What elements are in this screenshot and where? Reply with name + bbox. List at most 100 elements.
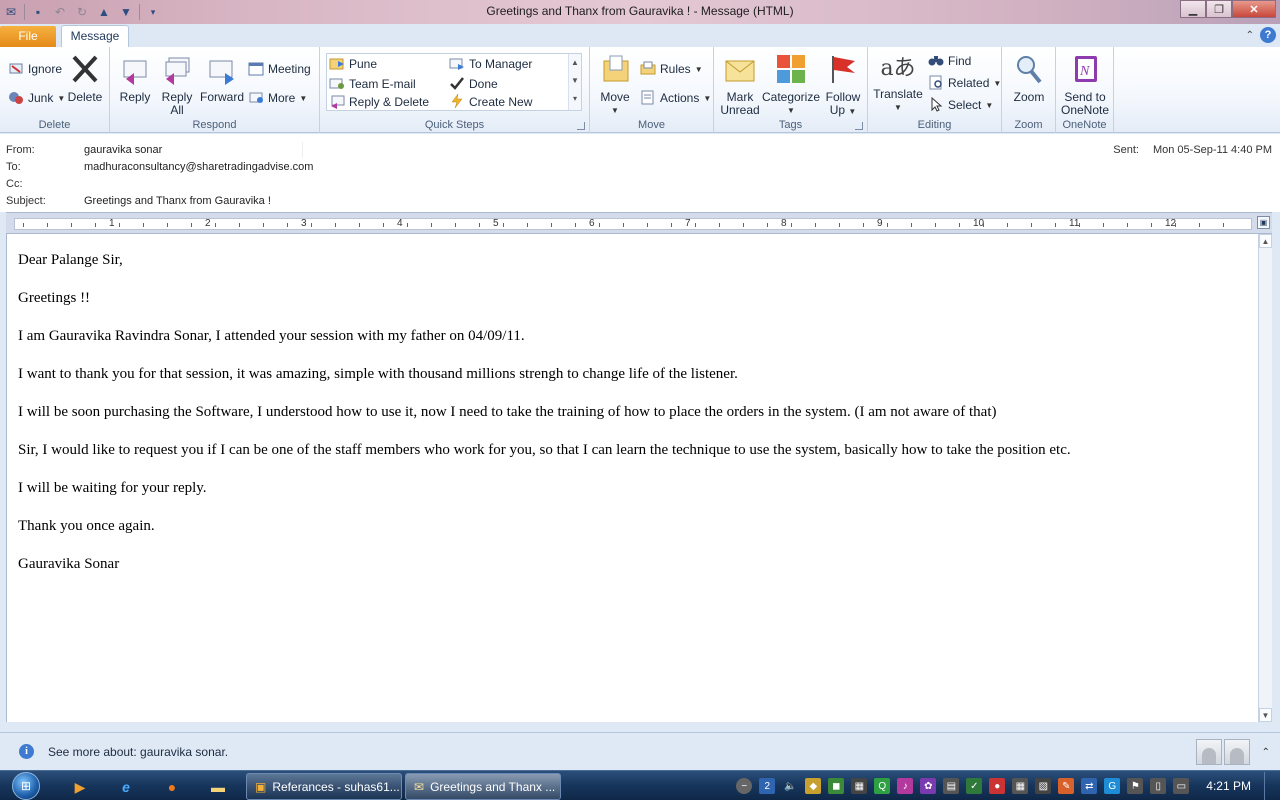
reply-all-button[interactable]: Reply All	[158, 53, 196, 117]
scroll-up-icon[interactable]: ▲	[569, 54, 581, 72]
more-respond-button[interactable]: More ▼	[248, 88, 307, 108]
tray-app-icon[interactable]: −	[736, 778, 753, 794]
categorize-button[interactable]: Categorize ▼	[762, 53, 820, 117]
quick-step-create-new[interactable]: Create New	[449, 92, 532, 112]
ruler-number: 1	[109, 218, 115, 229]
avatar[interactable]	[1195, 739, 1222, 765]
delete-button[interactable]: Delete	[66, 53, 104, 104]
forward-button[interactable]: Forward	[200, 53, 244, 104]
media-player-icon[interactable]: ▶	[62, 775, 98, 799]
actions-button[interactable]: Actions ▼	[640, 88, 711, 108]
scroll-down-icon[interactable]: ▼	[569, 72, 581, 90]
editing-group: aあ Translate ▼ Find Related ▼ Select ▼ E…	[868, 47, 1002, 133]
message-body[interactable]: Dear Palange Sir, Greetings !! I am Gaurav…	[6, 234, 1258, 722]
quick-step-team-email[interactable]: Team E-mail	[329, 74, 416, 94]
tray-app-icon[interactable]: ●	[989, 778, 1006, 794]
vertical-scrollbar[interactable]: ▲ ▼	[1258, 234, 1272, 722]
quick-step-to-manager[interactable]: To Manager	[449, 54, 532, 74]
explorer-folder-icon[interactable]: ▬	[200, 775, 236, 799]
tray-app-icon[interactable]: ▦	[1012, 778, 1029, 794]
clock[interactable]: 4:21 PM	[1206, 779, 1251, 793]
tray-app-icon[interactable]: ✿	[920, 778, 937, 794]
send-to-onenote-button[interactable]: N Send to OneNote	[1058, 53, 1112, 117]
onenote-group: N Send to OneNote OneNote	[1056, 47, 1114, 133]
ignore-button[interactable]: Ignore	[8, 59, 62, 79]
find-button[interactable]: Find	[928, 51, 971, 71]
meeting-button[interactable]: Meeting	[248, 59, 311, 79]
ruler-toggle-icon[interactable]: ▣	[1257, 216, 1270, 229]
forward-mail-icon	[449, 55, 465, 74]
sender-name[interactable]: gauravika sonar	[84, 142, 304, 158]
avatar[interactable]	[1223, 739, 1250, 765]
taskbar-item-greetings[interactable]: ✉ Greetings and Thanx ...	[405, 773, 561, 800]
forward-icon	[207, 53, 237, 88]
ruler-number: 7	[685, 218, 691, 229]
gallery-expand-icon[interactable]: ▾	[569, 90, 581, 108]
tray-app-icon[interactable]: G	[1104, 778, 1121, 794]
group-label: Zoom	[1014, 119, 1043, 131]
close-button[interactable]: ✕	[1232, 0, 1276, 18]
tray-app-icon[interactable]: ◼	[828, 778, 845, 794]
chevron-down-icon: ▼	[611, 106, 619, 115]
tray-app-icon[interactable]: ⚑	[1127, 778, 1144, 794]
volume-icon[interactable]: 🔈	[782, 778, 798, 794]
maximize-button[interactable]: ❐	[1206, 0, 1232, 18]
related-button[interactable]: Related ▼	[928, 73, 1001, 93]
translate-button[interactable]: aあ Translate ▼	[872, 53, 924, 114]
recipient-address[interactable]: madhuraconsultancy@sharetradingadvise.co…	[84, 159, 313, 175]
reply-icon	[120, 53, 150, 88]
tray-app-icon[interactable]: ◆	[805, 778, 822, 794]
ruler-tick	[383, 223, 384, 227]
outlook-icon: ▣	[255, 779, 267, 794]
help-icon[interactable]: ?	[1260, 27, 1276, 43]
people-pane: i See more about: gauravika sonar. ⌃	[0, 732, 1280, 770]
chevron-down-icon: ▼	[703, 93, 712, 103]
gallery-scrollbar[interactable]: ▲ ▼ ▾	[568, 54, 581, 110]
network-icon[interactable]: ▭	[1173, 778, 1190, 794]
select-button[interactable]: Select ▼	[928, 95, 993, 115]
body-paragraph: Gauravika Sonar	[18, 556, 120, 572]
ruler[interactable]: 1 2 3 4 5 6 7 8 9 10 11 12 ▣	[6, 212, 1272, 234]
move-folder-icon	[329, 55, 345, 74]
group-label: Delete	[38, 119, 71, 131]
ruler-tick	[959, 223, 960, 227]
scroll-down-icon[interactable]: ▼	[1259, 708, 1272, 722]
tray-app-icon[interactable]: ⇄	[1081, 778, 1098, 794]
internet-explorer-icon[interactable]: e	[108, 775, 144, 799]
tray-app-icon[interactable]: ▤	[943, 778, 960, 794]
minimize-ribbon-icon[interactable]: ⌃	[1246, 30, 1254, 41]
tab-message[interactable]: Message	[61, 25, 129, 47]
tray-app-icon[interactable]: ✓	[966, 778, 983, 794]
quick-step-reply-delete[interactable]: Reply & Delete	[329, 92, 429, 112]
zoom-button[interactable]: Zoom	[1006, 53, 1052, 104]
ruler-tick	[791, 223, 792, 227]
people-pane-text[interactable]: See more about: gauravika sonar.	[48, 745, 228, 759]
tray-app-icon[interactable]: Q	[874, 778, 891, 794]
cursor-icon	[928, 96, 944, 115]
follow-up-button[interactable]: Follow Up ▼	[822, 53, 864, 118]
group-label: Respond	[192, 119, 237, 131]
tray-app-icon[interactable]: ▯	[1150, 778, 1167, 794]
taskbar-item-referances[interactable]: ▣ Referances - suhas61...	[246, 773, 402, 800]
minimize-button[interactable]: ▁	[1180, 0, 1206, 18]
tray-app-icon[interactable]: ▧	[1035, 778, 1052, 794]
group-label: Tags	[778, 119, 803, 131]
junk-button[interactable]: Junk ▼	[8, 88, 65, 108]
tray-app-icon[interactable]: ✎	[1058, 778, 1075, 794]
body-paragraph: Sir, I would like to request you if I ca…	[18, 442, 1071, 458]
tab-file[interactable]: File	[0, 26, 56, 47]
show-desktop-button[interactable]	[1264, 772, 1274, 800]
reply-button[interactable]: Reply	[116, 53, 154, 104]
quick-step-done[interactable]: Done	[449, 74, 498, 94]
mark-unread-button[interactable]: Mark Unread	[718, 53, 762, 117]
move-button[interactable]: Move ▼	[596, 53, 634, 117]
quick-step-pune[interactable]: Pune	[329, 54, 377, 74]
tray-app-icon[interactable]: 2	[759, 778, 776, 794]
tray-app-icon[interactable]: ♪	[897, 778, 914, 794]
start-button[interactable]: ⊞	[6, 771, 46, 800]
firefox-icon[interactable]: ●	[154, 775, 190, 799]
expand-pane-icon[interactable]: ⌃	[1262, 747, 1270, 758]
scroll-up-icon[interactable]: ▲	[1259, 234, 1272, 248]
tray-app-icon[interactable]: ▦	[851, 778, 868, 794]
rules-button[interactable]: Rules ▼	[640, 59, 703, 79]
